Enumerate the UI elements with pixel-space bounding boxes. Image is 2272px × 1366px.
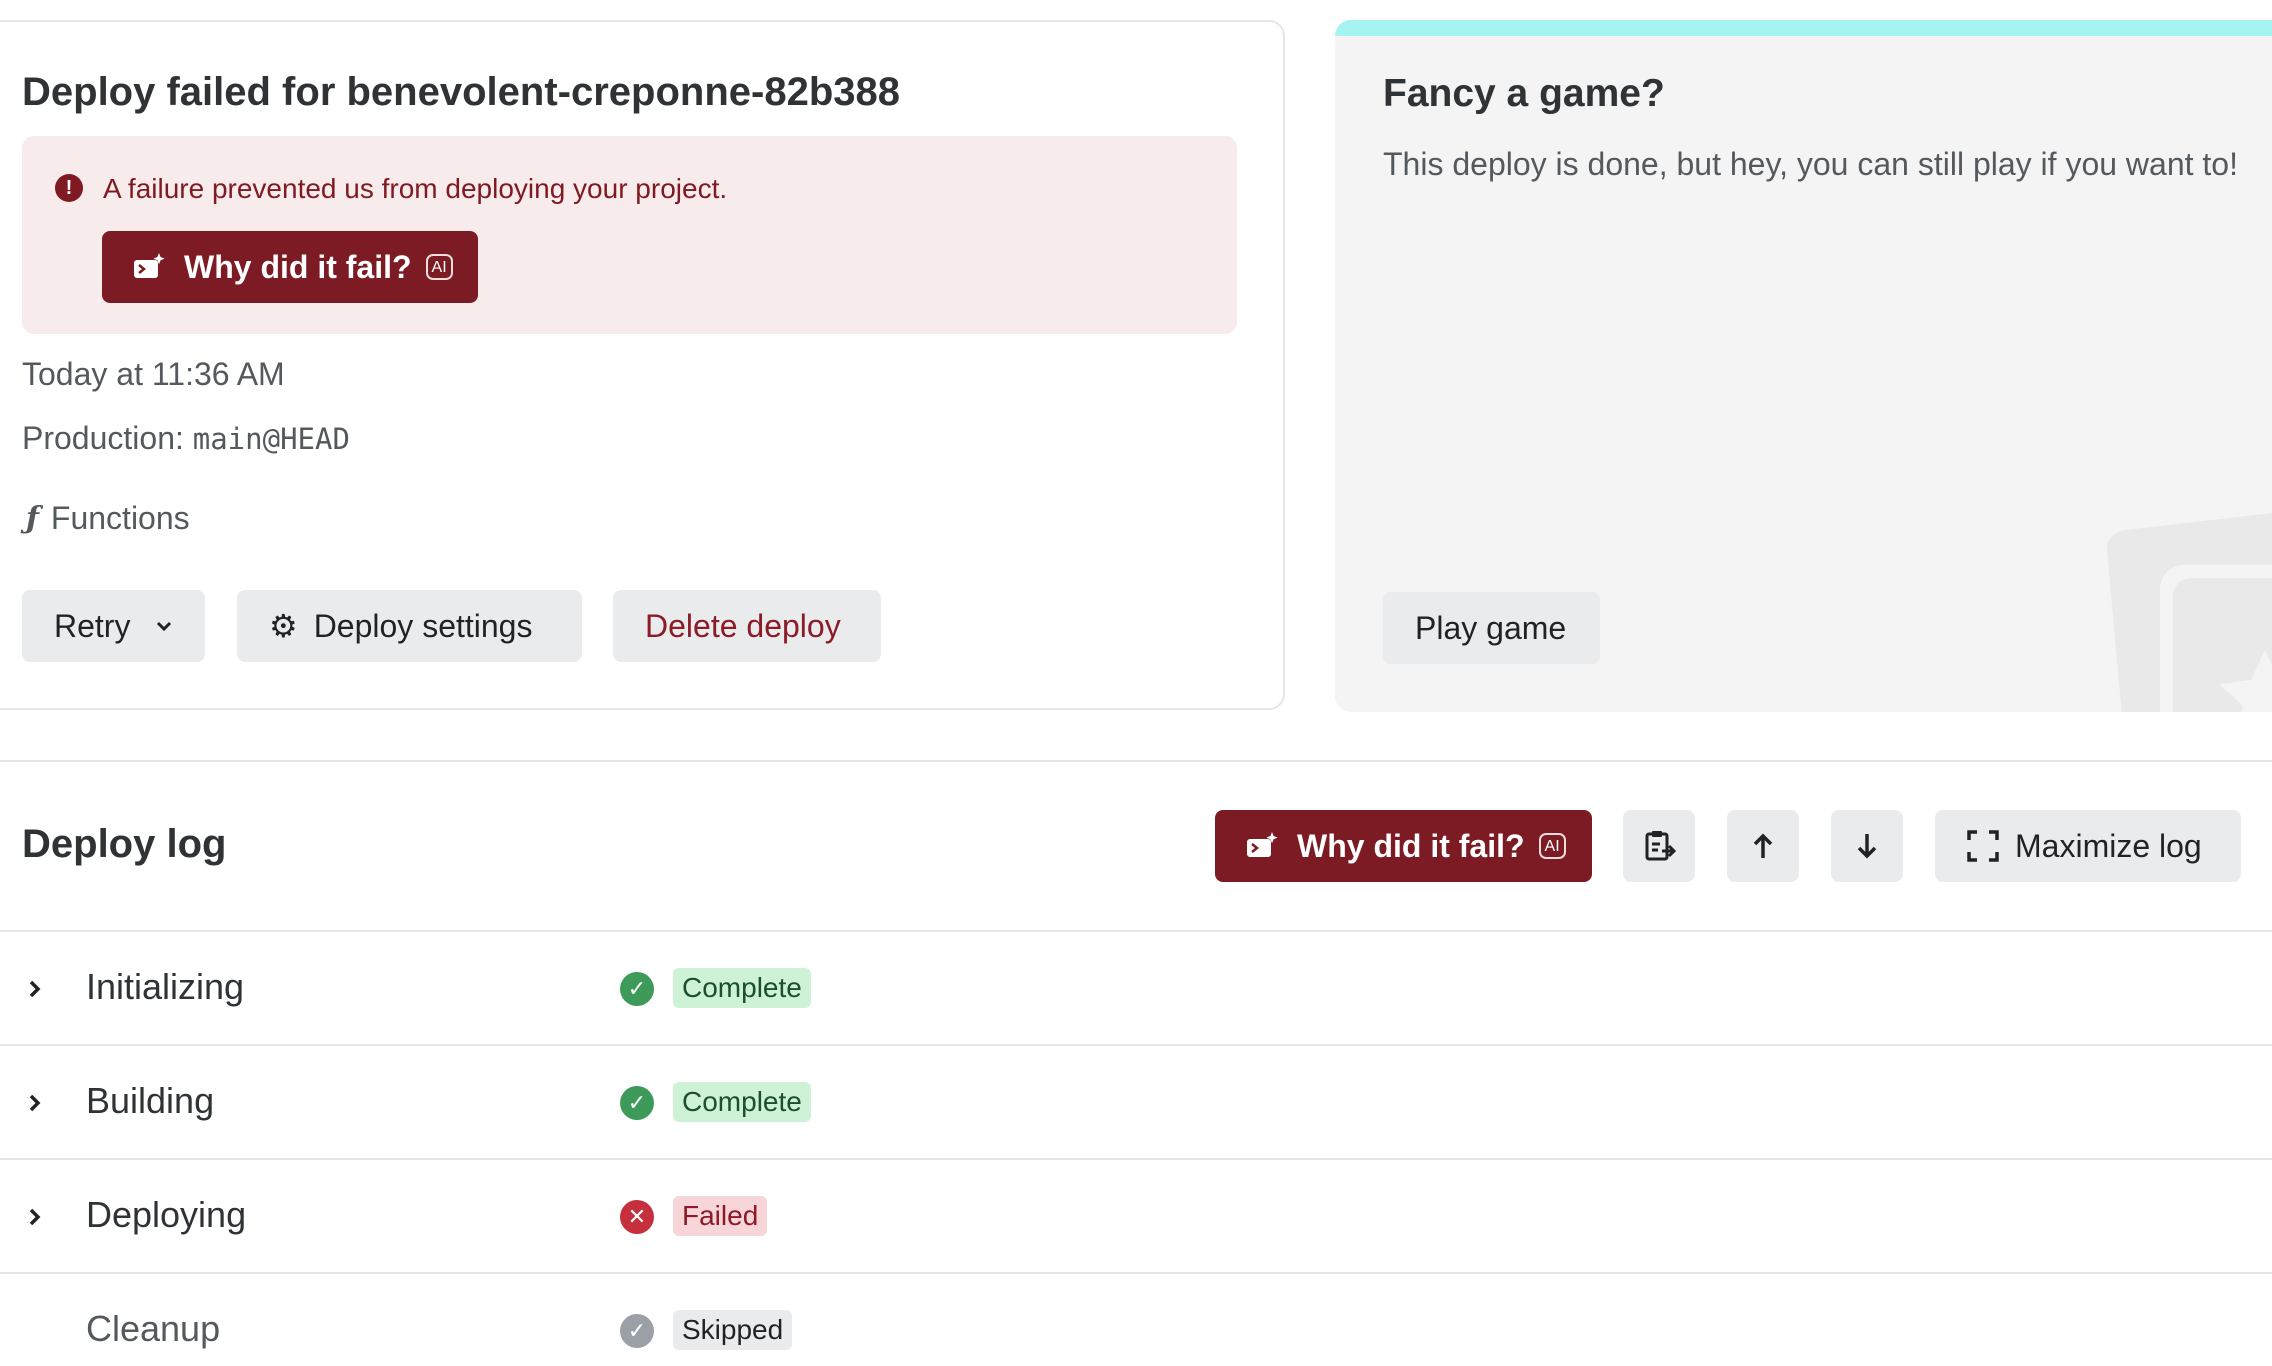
error-icon: ! — [55, 174, 83, 202]
delete-deploy-button[interactable]: Delete deploy — [613, 590, 881, 662]
chevron-down-icon — [157, 621, 172, 632]
log-step-initializing[interactable]: Initializing ✓ Complete — [0, 932, 2272, 1046]
branch-ref: main@HEAD — [192, 422, 350, 456]
status-badge: Complete — [673, 968, 811, 1008]
deploy-settings-button[interactable]: ⚙ Deploy settings — [237, 590, 582, 662]
game-description: This deploy is done, but hey, you can st… — [1383, 146, 2238, 182]
copy-log-button[interactable] — [1623, 810, 1695, 882]
gear-icon: ⚙ — [269, 608, 298, 644]
scroll-to-bottom-button[interactable] — [1831, 810, 1903, 882]
status-badge: Skipped — [673, 1310, 793, 1350]
arrow-up-icon — [1753, 833, 1773, 858]
functions-link[interactable]: ƒ Functions — [26, 500, 190, 537]
game-decoration-icon — [2106, 513, 2272, 712]
game-title: Fancy a game? — [1383, 72, 1665, 115]
functions-label: Functions — [50, 500, 190, 536]
status-badge: Complete — [673, 1082, 811, 1122]
scroll-to-top-button[interactable] — [1727, 810, 1799, 882]
ai-badge: AI — [425, 254, 453, 280]
log-step-label: Cleanup — [86, 1308, 221, 1349]
play-game-label: Play game — [1415, 609, 1567, 646]
why-did-it-fail-button[interactable]: Why did it fail? AI — [102, 231, 478, 303]
why-did-it-fail-label: Why did it fail? — [184, 248, 412, 285]
log-step-cleanup: Cleanup ✓ Skipped — [0, 1274, 2272, 1366]
retry-label: Retry — [54, 607, 131, 644]
chevron-right-icon — [29, 1208, 41, 1226]
ai-spark-icon — [1247, 832, 1278, 857]
deploy-settings-label: Deploy settings — [313, 607, 533, 644]
log-step-label: Building — [86, 1080, 215, 1121]
functions-icon: ƒ — [26, 501, 39, 536]
ai-spark-icon — [134, 253, 165, 278]
check-circle-icon: ✓ — [620, 972, 654, 1006]
log-why-did-it-fail-button[interactable]: Why did it fail? AI — [1215, 810, 1592, 882]
log-step-building[interactable]: Building ✓ Complete — [0, 1046, 2272, 1160]
chevron-right-icon — [29, 980, 41, 998]
ai-badge: AI — [1538, 833, 1566, 859]
maximize-log-button[interactable]: Maximize log — [1935, 810, 2241, 882]
copy-log-icon — [1645, 831, 1676, 861]
log-step-label: Deploying — [86, 1194, 247, 1235]
check-circle-icon: ✓ — [620, 1314, 654, 1348]
retry-button[interactable]: Retry — [22, 590, 205, 662]
arrow-down-icon — [1857, 834, 1877, 859]
log-step-label: Initializing — [86, 966, 245, 1007]
section-divider — [0, 760, 2272, 762]
deploy-log-title: Deploy log — [22, 822, 227, 866]
chevron-right-icon — [29, 1094, 41, 1112]
play-game-button[interactable]: Play game — [1383, 592, 1600, 664]
maximize-icon — [1967, 830, 1999, 862]
deploy-timestamp: Today at 11:36 AM — [22, 356, 285, 392]
x-circle-icon: ✕ — [620, 1200, 654, 1234]
delete-deploy-label: Delete deploy — [645, 607, 841, 644]
failure-alert-text: A failure prevented us from deploying yo… — [103, 173, 728, 204]
maximize-log-label: Maximize log — [2015, 827, 2202, 864]
page-title: Deploy failed for benevolent-creponne-82… — [22, 70, 900, 114]
log-step-deploying[interactable]: Deploying ✕ Failed — [0, 1160, 2272, 1274]
log-why-did-it-fail-label: Why did it fail? — [1297, 827, 1525, 864]
game-card-stripe — [1335, 20, 2272, 36]
deploy-branch: Production: main@HEAD — [22, 420, 350, 457]
branch-prefix: Production: — [22, 420, 193, 456]
status-badge: Failed — [673, 1196, 768, 1236]
check-circle-icon: ✓ — [620, 1086, 654, 1120]
